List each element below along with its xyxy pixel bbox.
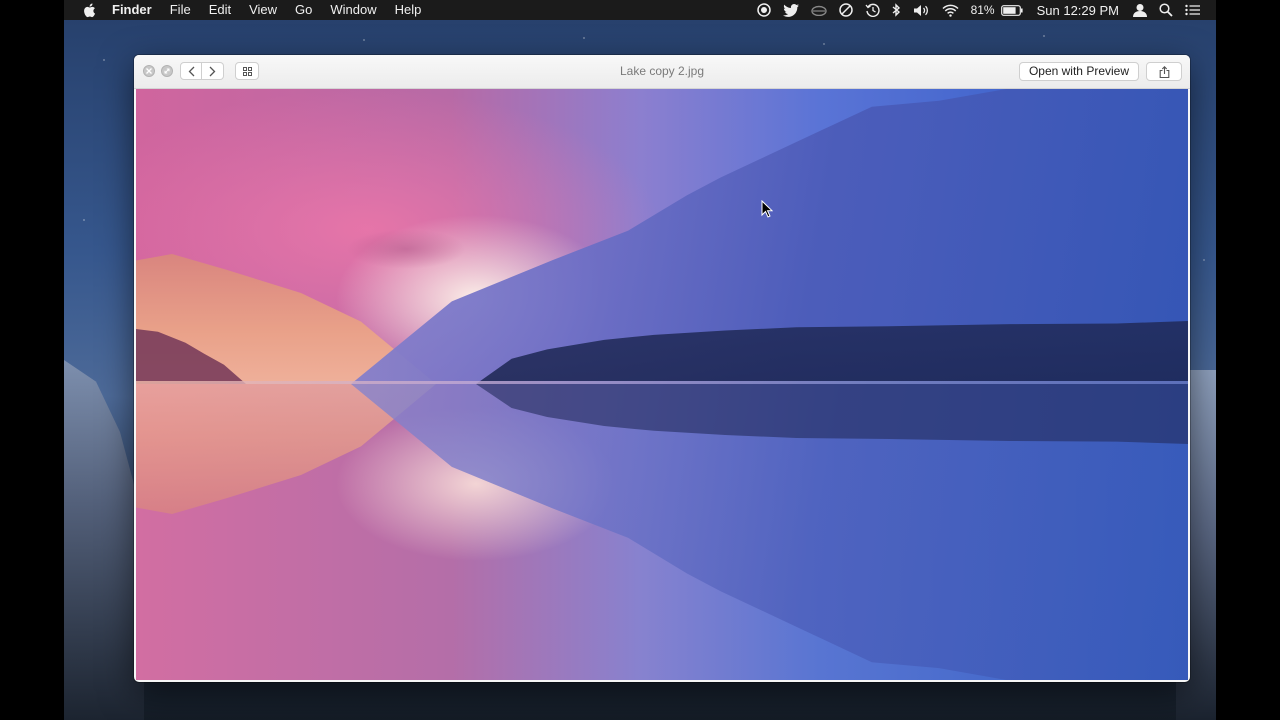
notification-center-icon[interactable]: [1185, 4, 1200, 16]
letterbox-right: [1216, 0, 1280, 720]
photo-shoreline: [136, 381, 1188, 384]
wallpaper-cliff-left: [64, 360, 144, 720]
menu-help[interactable]: Help: [386, 0, 431, 20]
mouse-cursor-icon: [761, 199, 774, 223]
share-icon[interactable]: [1146, 62, 1182, 81]
screen: Finder File Edit View Go Window Help 81%…: [64, 0, 1216, 720]
menu-view[interactable]: View: [240, 0, 286, 20]
twitter-icon[interactable]: [782, 3, 799, 17]
menu-clock[interactable]: Sun 12:29 PM: [1037, 3, 1119, 18]
wifi-icon[interactable]: [942, 4, 959, 17]
menu-window[interactable]: Window: [321, 0, 385, 20]
user-icon[interactable]: [1133, 3, 1147, 17]
time-machine-icon[interactable]: [865, 3, 880, 17]
record-icon[interactable]: [756, 3, 771, 17]
bluetooth-icon[interactable]: [892, 3, 901, 17]
spotlight-search-icon[interactable]: [1159, 3, 1173, 17]
status-area: 81% Sun 12:29 PM: [751, 0, 1216, 20]
letterbox-left: [0, 0, 64, 720]
apple-menu-icon[interactable]: [80, 2, 98, 18]
menu-file[interactable]: File: [161, 0, 200, 20]
menu-go[interactable]: Go: [286, 0, 321, 20]
do-not-disturb-icon[interactable]: [838, 3, 853, 17]
window-titlebar[interactable]: Lake copy 2.jpg Open with Preview: [134, 55, 1190, 89]
open-with-preview-button[interactable]: Open with Preview: [1018, 62, 1139, 81]
menu-bar: Finder File Edit View Go Window Help 81%…: [64, 0, 1216, 20]
battery-icon[interactable]: [1000, 4, 1023, 16]
quicklook-window: Lake copy 2.jpg Open with Preview: [134, 55, 1190, 682]
cloud-icon[interactable]: [810, 4, 827, 16]
photo-cloud: [346, 229, 466, 269]
lake-photo: [136, 89, 1188, 680]
menu-edit[interactable]: Edit: [200, 0, 240, 20]
battery-percent: 81%: [970, 3, 995, 17]
volume-icon[interactable]: [913, 4, 930, 17]
menu-finder[interactable]: Finder: [112, 0, 161, 20]
